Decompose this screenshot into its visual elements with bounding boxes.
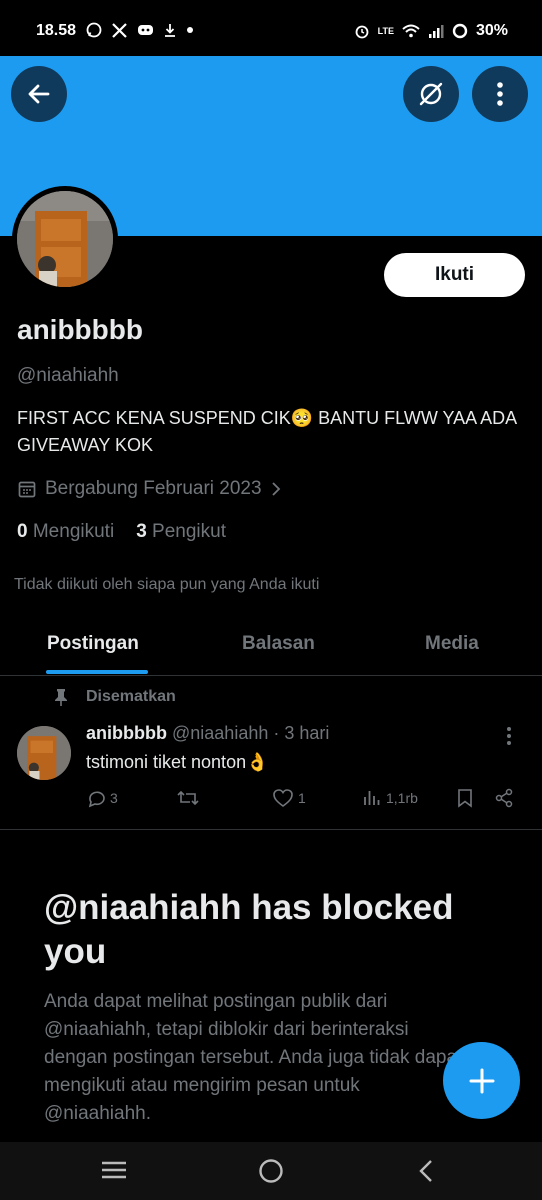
like-count: 1: [298, 790, 306, 806]
bookmark-icon: [458, 789, 472, 808]
not-followed-note: Tidak diikuti oleh siapa pun yang Anda i…: [14, 576, 320, 593]
home-button[interactable]: [258, 1158, 284, 1189]
chevron-left-icon: [419, 1160, 432, 1182]
back-button[interactable]: [11, 66, 67, 122]
more-vertical-icon: [507, 727, 511, 745]
grok-icon: [419, 82, 443, 106]
battery-percent: 30%: [475, 22, 508, 39]
tab-active-indicator: [46, 670, 148, 674]
share-button[interactable]: [494, 788, 514, 808]
system-nav-bar: [0, 1142, 542, 1200]
reply-button[interactable]: 3: [86, 788, 118, 808]
more-options-button[interactable]: [472, 66, 528, 122]
avatar-image: [17, 191, 113, 287]
calendar-icon: [18, 481, 36, 498]
post-author-name[interactable]: anibbbbb: [86, 723, 167, 743]
battery-icon: [452, 23, 468, 39]
post-author-avatar[interactable]: [17, 726, 71, 780]
reply-count: 3: [110, 790, 118, 806]
menu-lines-icon: [102, 1161, 126, 1179]
follow-button[interactable]: Ikuti: [384, 253, 525, 297]
compose-button[interactable]: [443, 1042, 520, 1119]
profile-tabs: Postingan Balasan Media: [0, 620, 542, 676]
chevron-right-icon: [271, 482, 280, 496]
nav-back-button[interactable]: [416, 1158, 436, 1189]
arrow-left-icon: [28, 84, 50, 104]
dot-icon: [187, 27, 193, 33]
wifi-icon: [402, 24, 420, 38]
post-author-handle[interactable]: @niaahiahh: [172, 723, 268, 743]
profile-bio: FIRST ACC KENA SUSPEND CIK🥺 BANTU FLWW Y…: [17, 408, 517, 455]
avatar: [17, 191, 113, 287]
profile-avatar-frame[interactable]: [12, 186, 118, 292]
lte-label: LTE: [377, 25, 394, 36]
like-button[interactable]: 1: [272, 788, 306, 808]
tab-posts[interactable]: Postingan: [47, 633, 139, 655]
more-vertical-icon: [497, 82, 503, 106]
bookmark-button[interactable]: [456, 788, 474, 808]
blocked-title: @niaahiahh has blocked you: [44, 888, 454, 971]
follow-stats: 0 Mengikuti 3 Pengikut: [17, 521, 226, 543]
alarm-icon: [355, 25, 369, 39]
avatar-image: [17, 726, 71, 780]
following-label: Mengikuti: [32, 521, 115, 542]
post-action-bar: 3 1 1,1rb: [86, 788, 526, 814]
home-circle-icon: [259, 1159, 283, 1183]
post-time: · 3 hari: [273, 723, 330, 743]
heart-icon: [273, 789, 293, 807]
status-notification-icons: [86, 22, 194, 38]
share-icon: [495, 788, 513, 808]
recent-apps-button[interactable]: [100, 1158, 128, 1187]
retweet-icon: [177, 790, 199, 806]
whatsapp-icon: [86, 22, 102, 38]
grok-button[interactable]: [403, 66, 459, 122]
status-bar: 18.58 LTE 30%: [0, 0, 542, 56]
post-header: anibbbbb @niaahiahh · 3 hari: [86, 723, 329, 744]
tab-replies[interactable]: Balasan: [242, 633, 315, 655]
followers-link[interactable]: 3 Pengikut: [136, 521, 226, 543]
profile-handle: @niaahiahh: [17, 365, 119, 386]
retweet-button[interactable]: [176, 788, 204, 808]
blocked-body: Anda dapat melihat postingan publik dari…: [44, 991, 463, 1124]
x-logo-icon: [112, 22, 127, 38]
followers-label: Pengikut: [152, 521, 226, 542]
profile-display-name: anibbbbb: [17, 314, 143, 345]
signal-icon: [428, 25, 444, 38]
followers-count: 3: [136, 521, 147, 542]
post-divider: [0, 829, 542, 830]
views-icon: [364, 791, 380, 805]
pinned-label-row: Disematkan: [54, 688, 176, 706]
views-button[interactable]: 1,1rb: [362, 788, 418, 808]
status-system-icons: LTE 30%: [354, 22, 508, 40]
joined-text: Bergabung Februari 2023: [45, 478, 262, 499]
tab-media[interactable]: Media: [425, 633, 479, 655]
post-more-button[interactable]: [506, 726, 512, 751]
reply-icon: [88, 791, 105, 808]
following-link[interactable]: 0 Mengikuti: [17, 521, 114, 543]
discord-icon: [138, 25, 153, 35]
joined-date-row[interactable]: Bergabung Februari 2023: [17, 478, 282, 500]
post-text: tstimoni tiket nonton👌: [86, 752, 269, 772]
status-time: 18.58: [36, 22, 77, 39]
plus-icon: [469, 1068, 494, 1093]
pinned-label: Disematkan: [86, 688, 176, 705]
download-icon: [165, 24, 175, 37]
following-count: 0: [17, 521, 28, 542]
pin-icon: [55, 689, 67, 706]
views-count: 1,1rb: [386, 790, 418, 806]
